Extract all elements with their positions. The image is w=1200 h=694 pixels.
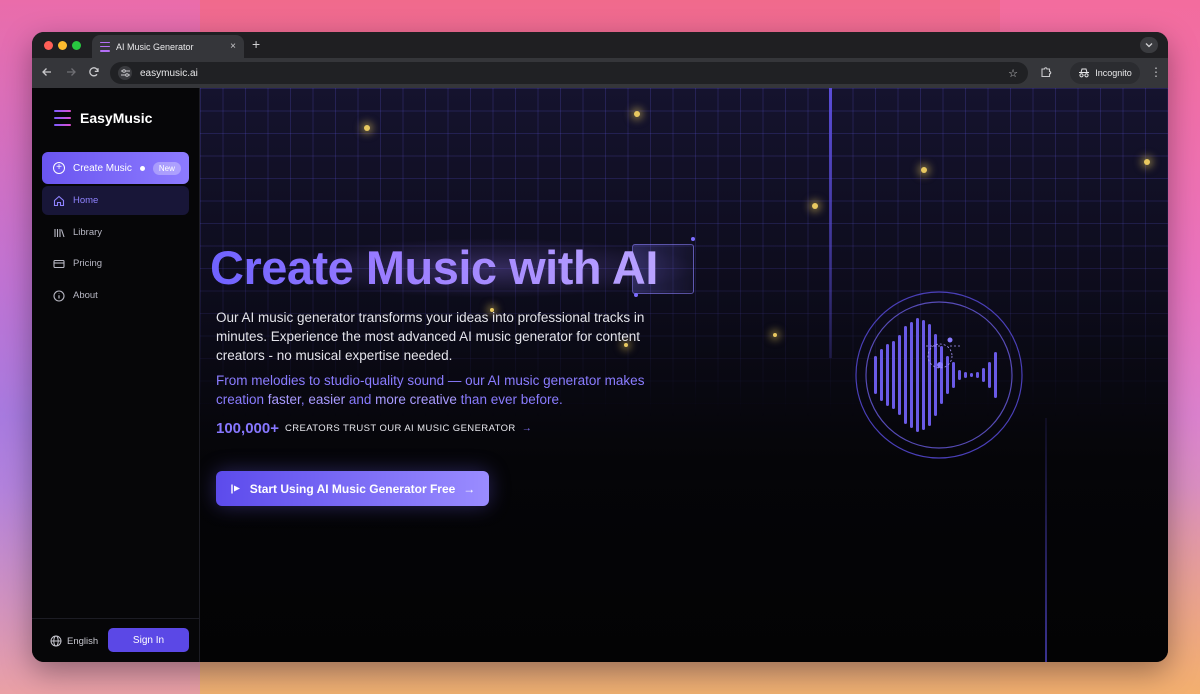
cta-label: Start Using AI Music Generator Free [249, 481, 456, 496]
tagline-text: than ever before. [456, 392, 563, 407]
extensions-puzzle-icon[interactable] [1040, 66, 1052, 81]
sparkle-particle [773, 333, 777, 337]
create-music-label: Create Music [73, 162, 132, 174]
sidebar-item-pricing[interactable]: Pricing [42, 249, 189, 278]
reload-icon [89, 67, 99, 77]
decorative-dot [691, 237, 695, 241]
sidebar: EasyMusic + Create Music New Home Librar… [32, 88, 200, 662]
tagline-highlight-faster: faster [267, 392, 301, 407]
forward-button[interactable] [65, 66, 77, 81]
stat-label: CREATORS TRUST OUR AI MUSIC GENERATOR [284, 423, 516, 434]
maximize-window-button[interactable] [72, 41, 81, 50]
sidebar-item-label: About [73, 290, 98, 301]
plus-circle-icon: + [53, 162, 65, 174]
sparkle-particle [1144, 159, 1150, 165]
bookmark-star-icon[interactable]: ☆ [1008, 67, 1018, 80]
back-button[interactable] [41, 66, 53, 81]
sparkle-particle [364, 125, 370, 131]
tab-search-button[interactable] [1140, 37, 1158, 53]
status-dot [139, 165, 145, 171]
light-beam [1045, 418, 1047, 662]
easymusic-logo-icon [54, 110, 71, 126]
stat-number: 100,000+ [216, 420, 279, 437]
incognito-indicator[interactable]: Incognito [1070, 62, 1140, 84]
sidebar-item-home[interactable]: Home [42, 186, 189, 215]
tab-title: AI Music Generator [116, 41, 194, 52]
page-title: Create Music with AI [210, 240, 658, 295]
close-window-button[interactable] [44, 41, 53, 50]
brand-name: EasyMusic [80, 110, 153, 126]
sparkle-particle [812, 203, 818, 209]
sign-in-button[interactable]: Sign In [108, 628, 189, 652]
new-tab-button[interactable]: + [252, 36, 260, 52]
new-badge: New [152, 161, 181, 175]
waveform-graphic [854, 290, 1024, 460]
browser-menu-kebab-icon[interactable]: ⋮ [1150, 65, 1162, 79]
sparkle-particle [634, 111, 640, 117]
minimize-window-button[interactable] [58, 41, 67, 50]
title-text: Create Music with [210, 241, 612, 294]
sidebar-item-label: Pricing [73, 258, 103, 269]
incognito-icon [1079, 68, 1090, 78]
language-label: English [67, 635, 99, 647]
library-icon [53, 227, 65, 239]
reload-button[interactable] [88, 66, 100, 82]
language-selector[interactable]: English [50, 635, 98, 647]
arrow-right-icon: → [521, 423, 532, 434]
easymusic-favicon-icon [100, 41, 110, 52]
tab-close-icon[interactable]: × [230, 41, 236, 52]
globe-icon [50, 635, 62, 647]
chevron-down-icon [1145, 43, 1153, 48]
address-bar[interactable]: easymusic.ai ☆ [110, 62, 1028, 84]
tagline-highlight-creative: more creative [375, 392, 457, 407]
hero-description: Our AI music generator transforms your i… [216, 310, 645, 363]
arrow-right-icon [67, 68, 76, 76]
arrow-left-icon [42, 68, 51, 76]
browser-window: AI Music Generator × + easymusic.ai ☆ In… [32, 32, 1168, 662]
browser-toolbar: easymusic.ai ☆ Incognito ⋮ [32, 58, 1168, 88]
sidebar-item-label: Library [73, 227, 103, 238]
sound-wave-icon [855, 291, 1023, 459]
light-beam [829, 88, 832, 358]
creators-stat-link[interactable]: 100,000+ CREATORS TRUST OUR AI MUSIC GEN… [216, 420, 532, 437]
info-icon [53, 289, 65, 302]
sidebar-item-about[interactable]: About [42, 281, 189, 310]
arrow-right-icon: → [463, 481, 476, 496]
url-text[interactable]: easymusic.ai [140, 68, 1008, 79]
sidebar-item-library[interactable]: Library [42, 218, 189, 247]
start-free-button[interactable]: Start Using AI Music Generator Free → [216, 471, 489, 506]
incognito-label: Incognito [1095, 68, 1132, 78]
site-settings-icon[interactable] [118, 66, 132, 80]
hero-tagline: From melodies to studio-quality sound — … [216, 371, 666, 409]
card-icon [53, 258, 65, 270]
brand-logo-link[interactable]: EasyMusic [54, 110, 152, 126]
tab-strip: AI Music Generator × + [32, 32, 1168, 58]
title-ai-word: AI [611, 241, 658, 294]
main-content: Create Music with AI Our AI music genera… [200, 88, 1168, 662]
sidebar-footer: English Sign In [32, 618, 200, 662]
tagline-text: and [345, 392, 376, 407]
home-icon [53, 195, 65, 207]
flag-play-icon [230, 484, 240, 493]
browser-tab[interactable]: AI Music Generator × [92, 35, 244, 58]
sidebar-item-label: Home [73, 195, 99, 206]
tagline-highlight-easier: easier [308, 392, 346, 407]
create-music-button[interactable]: + Create Music New [42, 152, 189, 184]
sparkle-particle [921, 167, 927, 173]
